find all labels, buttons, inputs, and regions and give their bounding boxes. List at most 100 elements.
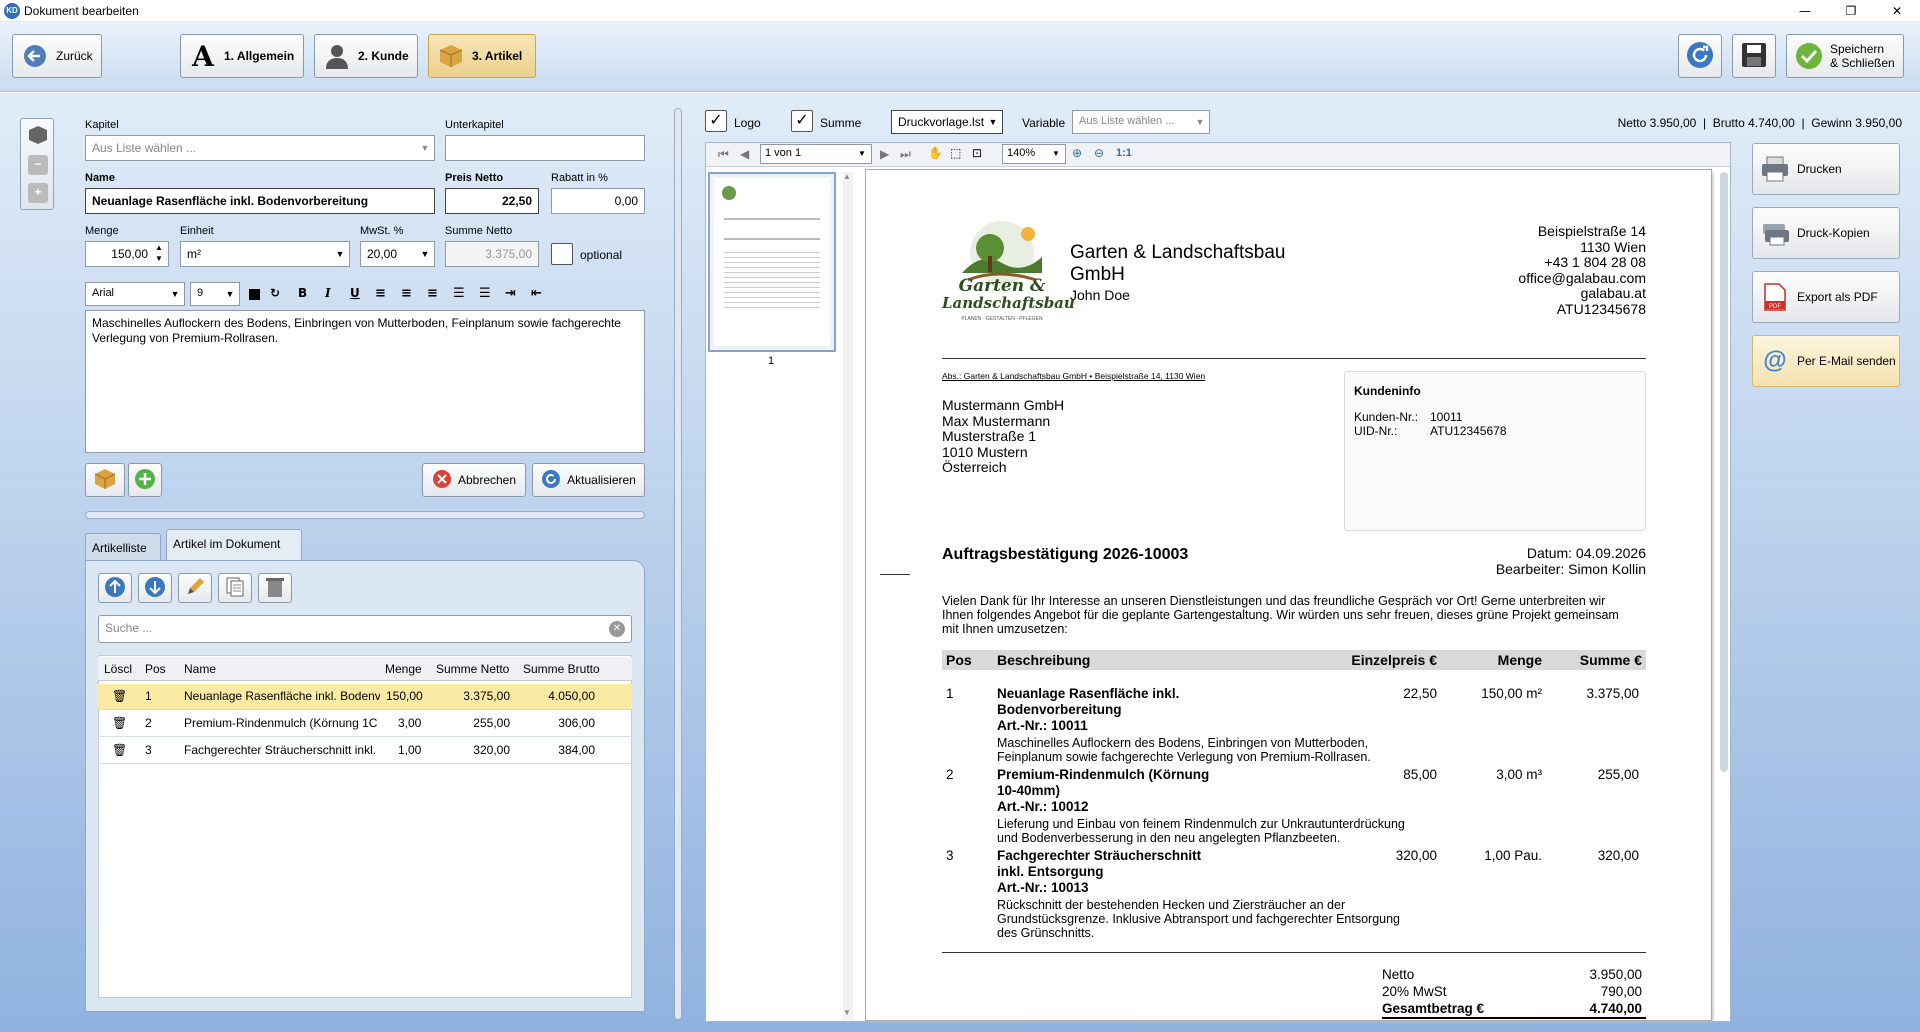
underline-icon[interactable]: U — [350, 286, 360, 300]
col-menge[interactable]: Menge — [385, 662, 422, 676]
outdent-icon[interactable]: ⇤ — [531, 286, 542, 301]
item-description: Maschinelles Auflockern des Bodens, Einb… — [997, 736, 1371, 764]
trash-icon[interactable]: 🗑 — [112, 716, 127, 730]
refresh-button[interactable] — [1678, 34, 1722, 78]
indent-icon[interactable]: ⇥ — [505, 286, 516, 301]
search-input[interactable]: Suche ... ✕ — [98, 615, 632, 643]
tab-artikel-im-dokument[interactable]: Artikel im Dokument — [166, 529, 302, 561]
align-left-icon[interactable]: ≡ — [375, 286, 386, 301]
logo-checkbox[interactable]: ✓ — [705, 110, 727, 132]
print-copies-button[interactable]: Druck-Kopien — [1752, 207, 1900, 259]
cell-pos: 2 — [145, 716, 152, 730]
bullet-list-icon[interactable]: ☰ — [453, 286, 465, 301]
page-thumbnail[interactable] — [708, 172, 836, 352]
select-tool-icon[interactable]: ⬚ — [950, 146, 961, 160]
page-select[interactable]: 1 von 1 ▼ — [760, 144, 872, 164]
minimize-button[interactable]: — — [1782, 0, 1828, 22]
address-line: 1130 Wien — [1580, 238, 1646, 255]
trash-icon[interactable]: 🗑 — [112, 689, 127, 703]
spin-arrows-icon[interactable]: ▲ ▼ — [150, 242, 168, 266]
update-button[interactable]: Aktualisieren — [532, 463, 645, 497]
last-page-icon[interactable]: ⏭ — [900, 147, 911, 162]
save-button[interactable] — [1732, 34, 1776, 78]
first-page-icon[interactable]: ⏮ — [718, 147, 729, 162]
save-close-button[interactable]: Speichern & Schließen — [1786, 34, 1904, 78]
zoom-in-icon[interactable]: ⊕ — [1072, 146, 1082, 160]
scroll-down-icon[interactable]: ▼ — [843, 1008, 851, 1017]
svg-text:PDF: PDF — [1769, 304, 1781, 310]
back-button[interactable]: Zurück — [12, 34, 102, 78]
name-input[interactable]: Neuanlage Rasenfläche inkl. Bodenvorbere… — [85, 188, 435, 214]
export-pdf-button[interactable]: PDF Export als PDF — [1752, 271, 1900, 323]
update-label: Aktualisieren — [567, 473, 636, 487]
numbered-list-icon[interactable]: ☰ — [479, 286, 491, 301]
font-select[interactable]: Arial ▼ — [85, 282, 185, 306]
tab-artikelliste[interactable]: Artikelliste — [85, 533, 161, 561]
add-chapter-icon[interactable]: + — [28, 183, 48, 203]
zoom-select[interactable]: 140% ▼ — [1002, 144, 1066, 164]
cancel-button[interactable]: Abbrechen — [422, 463, 526, 497]
table-row[interactable]: 🗑 1 Neuanlage Rasenfläche inkl. Bodenv 1… — [98, 684, 632, 710]
restore-button[interactable]: ❐ — [1828, 0, 1874, 22]
bold-icon[interactable]: B — [298, 286, 307, 300]
text-color-icon[interactable] — [249, 289, 260, 300]
chapter-box-icon[interactable] — [28, 125, 48, 148]
clear-search-icon[interactable]: ✕ — [609, 621, 625, 637]
step-artikel-label: 3. Artikel — [472, 49, 523, 63]
prev-page-icon[interactable]: ◀ — [740, 147, 749, 161]
menge-input[interactable]: 150,00 ▲ ▼ — [85, 241, 169, 267]
mwst-select[interactable]: 20,00 ▼ — [360, 241, 435, 267]
close-button[interactable]: ✕ — [1874, 0, 1920, 22]
article-pick-button[interactable] — [85, 463, 125, 497]
table-row[interactable]: 🗑 3 Fachgerechter Sträucherschnitt inkl.… — [98, 738, 632, 764]
zoom-out-icon[interactable]: ⊖ — [1094, 146, 1104, 160]
save-close-label-1: Speichern — [1830, 42, 1885, 56]
hand-tool-icon[interactable]: ✋ — [928, 146, 943, 160]
remove-chapter-icon[interactable]: − — [28, 155, 48, 175]
italic-icon[interactable]: I — [325, 286, 331, 300]
trash-icon[interactable]: 🗑 — [112, 743, 127, 757]
step-allgemein[interactable]: A 1. Allgemein — [180, 34, 304, 78]
step-artikel[interactable]: 3. Artikel — [428, 34, 536, 78]
copy-button[interactable] — [218, 573, 252, 603]
description-editor[interactable]: Maschinelles Auflockern des Bodens, Einb… — [85, 310, 645, 453]
preis-input[interactable]: 22,50 — [445, 188, 539, 214]
scroll-up-icon[interactable]: ▲ — [843, 172, 851, 181]
col-summe-netto[interactable]: Summe Netto — [436, 662, 509, 676]
vertical-splitter[interactable] — [674, 108, 682, 1020]
optional-checkbox[interactable] — [551, 243, 573, 265]
font-size-select[interactable]: 9 ▼ — [190, 282, 240, 306]
align-center-icon[interactable]: ≡ — [401, 286, 412, 301]
move-down-button[interactable] — [138, 573, 172, 603]
variable-select[interactable]: Aus Liste wählen ... ▼ — [1072, 110, 1210, 134]
undo-icon[interactable]: ↻ — [270, 286, 280, 300]
thumbnail-scrollbar[interactable] — [843, 172, 853, 1020]
summe-checkbox[interactable]: ✓ — [791, 110, 813, 132]
table-row[interactable]: 🗑 2 Premium-Rindenmulch (Körnung 1C 3,00… — [98, 711, 632, 737]
print-button[interactable]: Drucken — [1752, 143, 1900, 195]
add-article-button[interactable] — [128, 463, 162, 497]
col-summe-brutto[interactable]: Summe Brutto — [523, 662, 600, 676]
kapitel-select[interactable]: Aus Liste wählen ... ▼ — [85, 135, 435, 161]
step-kunde[interactable]: 2. Kunde — [314, 34, 418, 78]
col-loeschen[interactable]: Löscl — [104, 662, 132, 676]
address-line: galabau.at — [1580, 285, 1646, 301]
page-scrollbar[interactable] — [1720, 172, 1728, 772]
col-pos[interactable]: Pos — [145, 662, 166, 676]
unterkapitel-input[interactable] — [445, 135, 645, 161]
zoom-area-icon[interactable]: ⊡ — [972, 146, 982, 160]
align-right-icon[interactable]: ≡ — [427, 286, 438, 301]
edit-button[interactable] — [178, 573, 212, 603]
splitter-handle[interactable] — [85, 511, 645, 519]
actual-size-button[interactable]: 1:1 — [1116, 147, 1132, 159]
delete-button[interactable] — [258, 573, 292, 603]
send-email-button[interactable]: @ Per E-Mail senden — [1752, 335, 1900, 387]
einheit-select[interactable]: m² ▼ — [180, 241, 350, 267]
col-name[interactable]: Name — [184, 662, 216, 676]
cell-netto: 320,00 — [473, 743, 510, 757]
template-select[interactable]: Druckvorlage.lst ▼ — [891, 110, 1003, 134]
move-up-button[interactable] — [98, 573, 132, 603]
intro-line: Ihnen folgendes Angebot für die geplante… — [942, 608, 1619, 622]
next-page-icon[interactable]: ▶ — [880, 147, 889, 161]
rabatt-input[interactable]: 0,00 — [551, 188, 645, 214]
